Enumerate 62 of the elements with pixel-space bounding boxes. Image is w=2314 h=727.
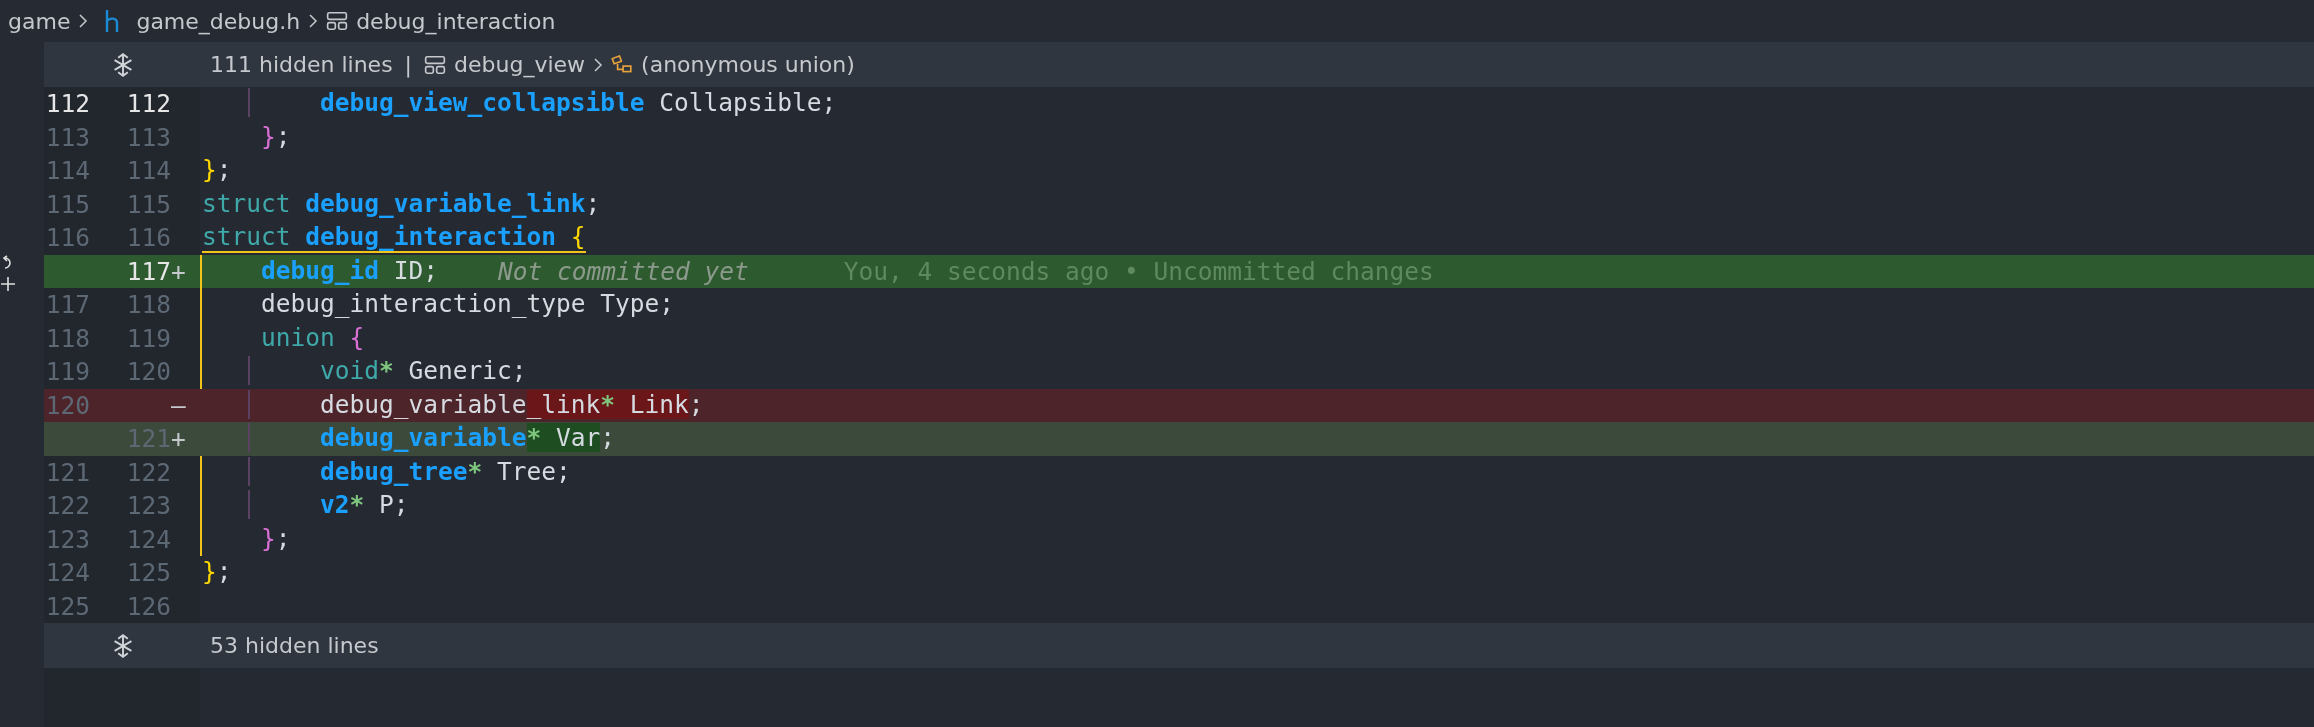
hidden-lines-label: 53 hidden lines [210, 633, 379, 658]
line-number: 116 [125, 223, 171, 253]
line-number: 112 [125, 89, 171, 119]
breadcrumb-item[interactable]: debug_interaction [356, 8, 556, 34]
structure-icon [326, 11, 349, 31]
line-number: 119 [125, 323, 171, 353]
line-number: 122 [44, 491, 90, 521]
unfold-icon[interactable] [111, 633, 135, 658]
line-number: 125 [125, 558, 171, 588]
chevron-icon [78, 13, 89, 29]
line-number: 117 [125, 256, 171, 286]
code-line: union { [260, 322, 365, 354]
hidden-lines-bar[interactable]: 111 hidden lines | debug_view (anonymous union) [44, 42, 2314, 87]
line-number: 113 [44, 122, 90, 152]
diff-marker: + [171, 424, 187, 454]
line-number: 115 [44, 189, 90, 219]
line-number: 114 [125, 156, 171, 186]
blame-annotation: Not committed yet [498, 256, 749, 286]
code-line: }; [202, 557, 232, 589]
union-icon [611, 54, 634, 75]
line-number: 121 [44, 457, 90, 487]
line-number: 118 [44, 323, 90, 353]
separator: | [404, 52, 413, 77]
line-number: 122 [125, 457, 171, 487]
code-line: }; [202, 155, 232, 187]
unfold-icon[interactable] [111, 52, 135, 77]
diff-marker: + [171, 256, 187, 286]
line-number: 119 [44, 357, 90, 387]
line-number: 123 [44, 524, 90, 554]
code-line: debug_interaction_type Type; [260, 289, 674, 321]
line-number: 126 [125, 591, 171, 621]
line-number: 125 [44, 591, 90, 621]
hidden-lines-label: 111 hidden lines [210, 52, 393, 77]
line-number: 123 [125, 491, 171, 521]
hidden-lines-bar[interactable]: 53 hidden lines [44, 623, 2314, 668]
diff-marker: — [171, 390, 187, 420]
line-number: 124 [125, 524, 171, 554]
structure-icon [424, 54, 447, 75]
chevron-icon [308, 13, 319, 29]
line-number: 113 [125, 122, 171, 152]
code-line: struct debug_variable_link; [202, 188, 601, 220]
breadcrumb-item[interactable]: debug_view [454, 52, 586, 77]
line-number: 120 [44, 390, 90, 420]
code-line: }; [260, 121, 291, 153]
line-number: 120 [125, 357, 171, 387]
code-line: }; [260, 523, 291, 555]
breadcrumb-item[interactable]: game [8, 8, 71, 34]
line-number: 116 [44, 223, 90, 253]
plus-icon[interactable] [0, 276, 16, 292]
code-line: struct debug_interaction { [202, 222, 586, 254]
line-number: 118 [125, 290, 171, 320]
header-file-icon [104, 9, 121, 33]
line-number: 117 [44, 290, 90, 320]
breadcrumb-item[interactable]: game_debug.h [136, 8, 301, 34]
line-number: 115 [125, 189, 171, 219]
line-number: 112 [44, 89, 90, 119]
chevron-icon [593, 56, 604, 73]
code-line: debug_id ID; [260, 255, 439, 287]
breadcrumb-item[interactable]: (anonymous union) [641, 52, 855, 77]
line-number: 121 [125, 424, 171, 454]
line-number: 124 [44, 558, 90, 588]
line-number: 114 [44, 156, 90, 186]
